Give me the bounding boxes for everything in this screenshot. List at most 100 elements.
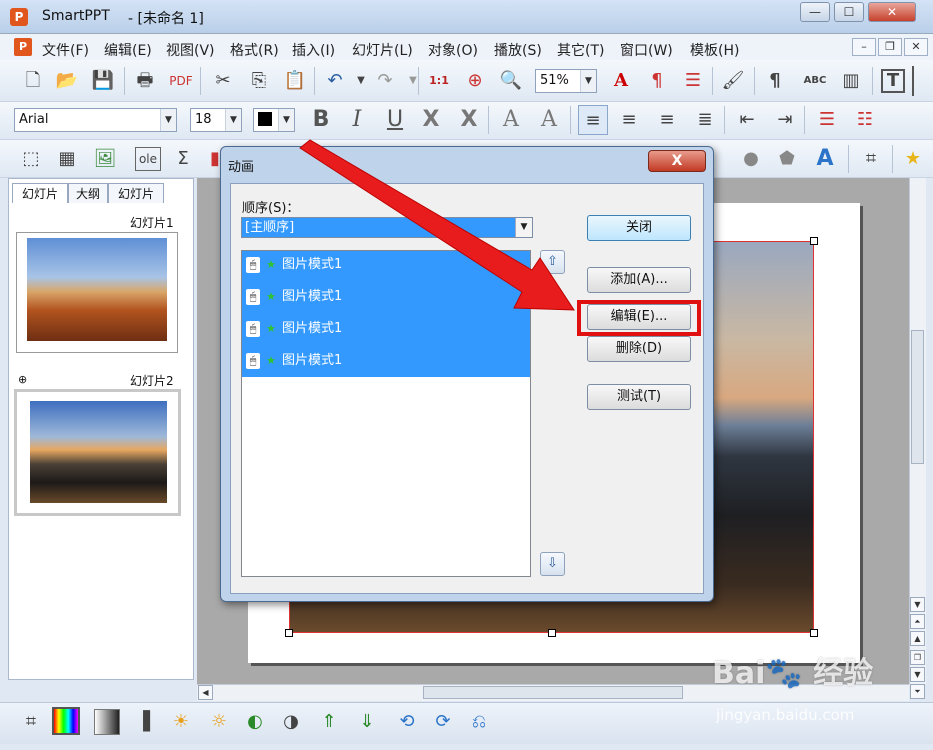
frame-icon[interactable]: ⬚ [16, 144, 46, 174]
crop-tool-icon[interactable]: ⌗ [16, 707, 46, 737]
shrink-font-button[interactable]: A [534, 105, 564, 135]
menu-slide[interactable]: 幻灯片(L) [352, 40, 413, 60]
align-right-icon[interactable]: ≡ [652, 105, 682, 135]
slide-switch-icon[interactable]: ❐ [910, 650, 925, 665]
bold-button[interactable]: B [306, 105, 336, 135]
menu-template[interactable]: 模板(H) [690, 40, 739, 60]
ole-icon[interactable]: ole [135, 147, 161, 171]
shadow-button[interactable]: X [416, 105, 446, 135]
slide-down-icon[interactable]: ▼ [910, 667, 925, 682]
font-color-select[interactable]: ▼ [253, 108, 295, 132]
color-palette-icon[interactable] [52, 707, 80, 735]
resize-handle[interactable] [810, 629, 818, 637]
redo-icon[interactable]: ↷ [370, 66, 400, 96]
menu-insert[interactable]: 插入(I) [292, 40, 335, 60]
text-color-icon[interactable]: A [606, 66, 636, 96]
paragraph-mark-icon[interactable]: ¶ [642, 66, 672, 96]
contrast-down-icon[interactable]: ◑ [276, 707, 306, 737]
table-icon[interactable]: ▥ [836, 66, 866, 96]
paste-icon[interactable]: 📋 [280, 66, 310, 96]
actual-size-icon[interactable]: 1:1 [424, 66, 454, 96]
delete-button[interactable]: 删除(D) [587, 336, 691, 362]
new-file-icon[interactable]: 🗋 [18, 66, 48, 96]
zoom-target-icon[interactable]: ⊕ [460, 66, 490, 96]
textbox-edge-icon[interactable] [912, 66, 932, 96]
slide-2-thumbnail[interactable] [14, 389, 181, 516]
flip-down-icon[interactable]: ⇓ [352, 707, 382, 737]
save-icon[interactable]: 💾 [88, 66, 118, 96]
zoom-select[interactable]: 51% ▼ [535, 69, 597, 93]
spellcheck-icon[interactable]: ABC [800, 66, 830, 96]
italic-button[interactable]: I [342, 105, 372, 135]
align-center-icon[interactable]: ≡ [614, 105, 644, 135]
brightness-down-icon[interactable]: ☼ [204, 707, 234, 737]
circle-shape-icon[interactable]: ● [736, 144, 766, 174]
list-item[interactable]: 🖱 ★ 图片模式1 [246, 317, 526, 341]
menu-object[interactable]: 对象(O) [428, 40, 478, 60]
resize-handle[interactable] [285, 629, 293, 637]
scroll-down-icon[interactable]: ▼ [910, 597, 925, 612]
pilcrow-icon[interactable]: ¶ [760, 66, 790, 96]
picture-icon[interactable]: 🖼 [90, 144, 120, 174]
slide-1-thumbnail[interactable] [16, 232, 178, 353]
font-size-select[interactable]: 18 ▼ [190, 108, 242, 132]
textbox-icon[interactable]: T [881, 69, 905, 93]
list-item[interactable]: 🖱 ★ 图片模式1 [246, 349, 526, 373]
tab-slides[interactable]: 幻灯片 [12, 183, 68, 203]
minimize-button[interactable]: — [800, 2, 830, 22]
numbered-list-icon[interactable]: ☷ [850, 105, 880, 135]
menu-window[interactable]: 窗口(W) [620, 40, 673, 60]
document-icon[interactable]: P [14, 38, 32, 56]
rotate-left-icon[interactable]: ⟲ [392, 707, 422, 737]
bullet-list-icon[interactable]: ☰ [812, 105, 842, 135]
rotate-right-icon[interactable]: ⟳ [428, 707, 458, 737]
horizontal-scroll-thumb[interactable] [423, 686, 683, 699]
resize-handle[interactable] [810, 237, 818, 245]
vertical-scroll-thumb[interactable] [911, 330, 924, 464]
menu-view[interactable]: 视图(V) [166, 40, 215, 60]
group-icon[interactable]: ⌗ [856, 144, 886, 174]
grid-table-icon[interactable]: ▦ [52, 144, 82, 174]
add-button[interactable]: 添加(A)... [587, 267, 691, 293]
grayscale-icon[interactable] [94, 709, 120, 735]
brightness-up-icon[interactable]: ☀ [166, 707, 196, 737]
print-icon[interactable]: 🖶 [130, 66, 160, 96]
zoom-icon[interactable]: 🔍 [496, 66, 526, 96]
menu-other[interactable]: 其它(T) [557, 40, 604, 60]
flip-up-icon[interactable]: ⇑ [314, 707, 344, 737]
prev-slide-icon[interactable]: ⏶ [910, 614, 925, 629]
tab-slides-2[interactable]: 幻灯片 [108, 183, 164, 203]
outdent-icon[interactable]: ⇤ [732, 105, 762, 135]
strikethrough-button[interactable]: X [454, 105, 484, 135]
move-up-button[interactable]: ⇧ [540, 250, 565, 274]
next-slide-icon[interactable]: ⏷ [910, 684, 925, 699]
list-item[interactable]: 🖱 ★ 图片模式1 [246, 285, 526, 309]
font-select[interactable]: Arial ▼ [14, 108, 177, 132]
test-button[interactable]: 测试(T) [587, 384, 691, 410]
justify-icon[interactable]: ≣ [690, 105, 720, 135]
wordart-icon[interactable]: A [810, 144, 840, 174]
close-window-button[interactable]: ✕ [868, 2, 916, 22]
underline-button[interactable]: U [380, 105, 410, 135]
menu-edit[interactable]: 编辑(E) [104, 40, 152, 60]
pdf-icon[interactable]: PDF [166, 66, 196, 96]
black-white-icon[interactable]: ▐ [128, 707, 158, 737]
menu-file[interactable]: 文件(F) [42, 40, 89, 60]
tab-outline[interactable]: 大纲 [68, 183, 108, 203]
cut-icon[interactable]: ✂ [208, 66, 238, 96]
star-icon[interactable]: ★ [898, 144, 928, 174]
close-button[interactable]: 关闭 [587, 215, 691, 241]
scroll-left-icon[interactable]: ◀ [198, 685, 213, 700]
mdi-close-button[interactable]: ✕ [904, 38, 928, 56]
callout-shape-icon[interactable]: ⬟ [772, 144, 802, 174]
mdi-minimize-button[interactable]: – [852, 38, 876, 56]
grow-font-button[interactable]: A [496, 105, 526, 135]
indent-icon[interactable]: ⇥ [770, 105, 800, 135]
brush-icon[interactable]: 🖌 [718, 66, 748, 96]
order-select[interactable]: [主顺序] ▼ [241, 217, 533, 238]
list-item[interactable]: 🖱 ★ 图片模式1 [246, 253, 526, 277]
menu-play[interactable]: 播放(S) [494, 40, 542, 60]
menu-format[interactable]: 格式(R) [230, 40, 279, 60]
copy-icon[interactable]: ⎘ [244, 66, 274, 96]
maximize-button[interactable]: ☐ [834, 2, 864, 22]
